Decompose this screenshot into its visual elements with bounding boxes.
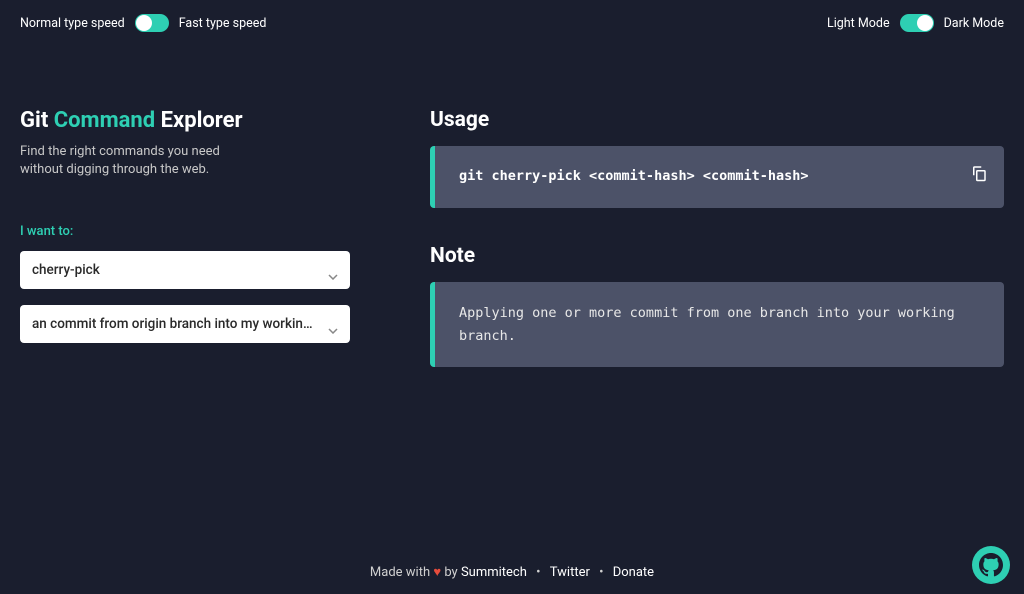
subtitle-line2: without digging through the web. — [20, 162, 209, 177]
copy-icon[interactable] — [970, 164, 988, 190]
usage-title: Usage — [430, 108, 1004, 132]
right-panel: Usage git cherry-pick <commit-hash> <com… — [430, 108, 1004, 403]
github-icon — [979, 553, 1003, 577]
twitter-link[interactable]: Twitter — [550, 565, 590, 580]
speed-toggle-left-label: Normal type speed — [20, 16, 125, 31]
speed-toggle-right-label: Fast type speed — [179, 16, 267, 31]
note-text: Applying one or more commit from one bra… — [459, 305, 955, 344]
theme-toggle-group: Light Mode Dark Mode — [827, 14, 1004, 32]
speed-toggle-group: Normal type speed Fast type speed — [20, 14, 266, 32]
main-content: Git Command Explorer Find the right comm… — [0, 46, 1024, 403]
select2-wrap: an commit from origin branch into my wor… — [20, 305, 350, 343]
speed-toggle-knob — [136, 15, 152, 31]
note-title: Note — [430, 244, 1004, 268]
note-section: Note Applying one or more commit from on… — [430, 244, 1004, 368]
usage-code: git cherry-pick <commit-hash> <commit-ha… — [459, 168, 809, 184]
donate-link[interactable]: Donate — [613, 565, 654, 580]
footer-by: by — [441, 565, 461, 580]
separator: • — [533, 565, 544, 580]
title-part3: Explorer — [155, 108, 242, 133]
separator: • — [596, 565, 607, 580]
detail-select[interactable]: an commit from origin branch into my wor… — [20, 305, 350, 343]
action-select[interactable]: cherry-pick — [20, 251, 350, 289]
prompt-label: I want to: — [20, 224, 350, 239]
github-badge[interactable] — [972, 546, 1010, 584]
title-part1: Git — [20, 108, 54, 133]
usage-section: Usage git cherry-pick <commit-hash> <com… — [430, 108, 1004, 208]
footer: Made with ♥ by Summitech • Twitter • Don… — [0, 564, 1024, 580]
usage-code-box: git cherry-pick <commit-hash> <commit-ha… — [430, 146, 1004, 208]
theme-toggle-right-label: Dark Mode — [944, 16, 1004, 31]
heart-icon: ♥ — [433, 565, 441, 580]
theme-toggle-left-label: Light Mode — [827, 16, 890, 31]
footer-made-with: Made with — [370, 565, 433, 580]
subtitle: Find the right commands you need without… — [20, 143, 350, 179]
left-panel: Git Command Explorer Find the right comm… — [20, 108, 350, 403]
theme-toggle[interactable] — [900, 14, 934, 32]
speed-toggle[interactable] — [135, 14, 169, 32]
author-link[interactable]: Summitech — [461, 565, 527, 580]
subtitle-line1: Find the right commands you need — [20, 144, 220, 159]
note-box: Applying one or more commit from one bra… — [430, 282, 1004, 368]
title-accent: Command — [54, 108, 155, 133]
select1-wrap: cherry-pick — [20, 251, 350, 289]
theme-toggle-knob — [917, 15, 933, 31]
header: Normal type speed Fast type speed Light … — [0, 0, 1024, 46]
page-title: Git Command Explorer — [20, 108, 350, 133]
